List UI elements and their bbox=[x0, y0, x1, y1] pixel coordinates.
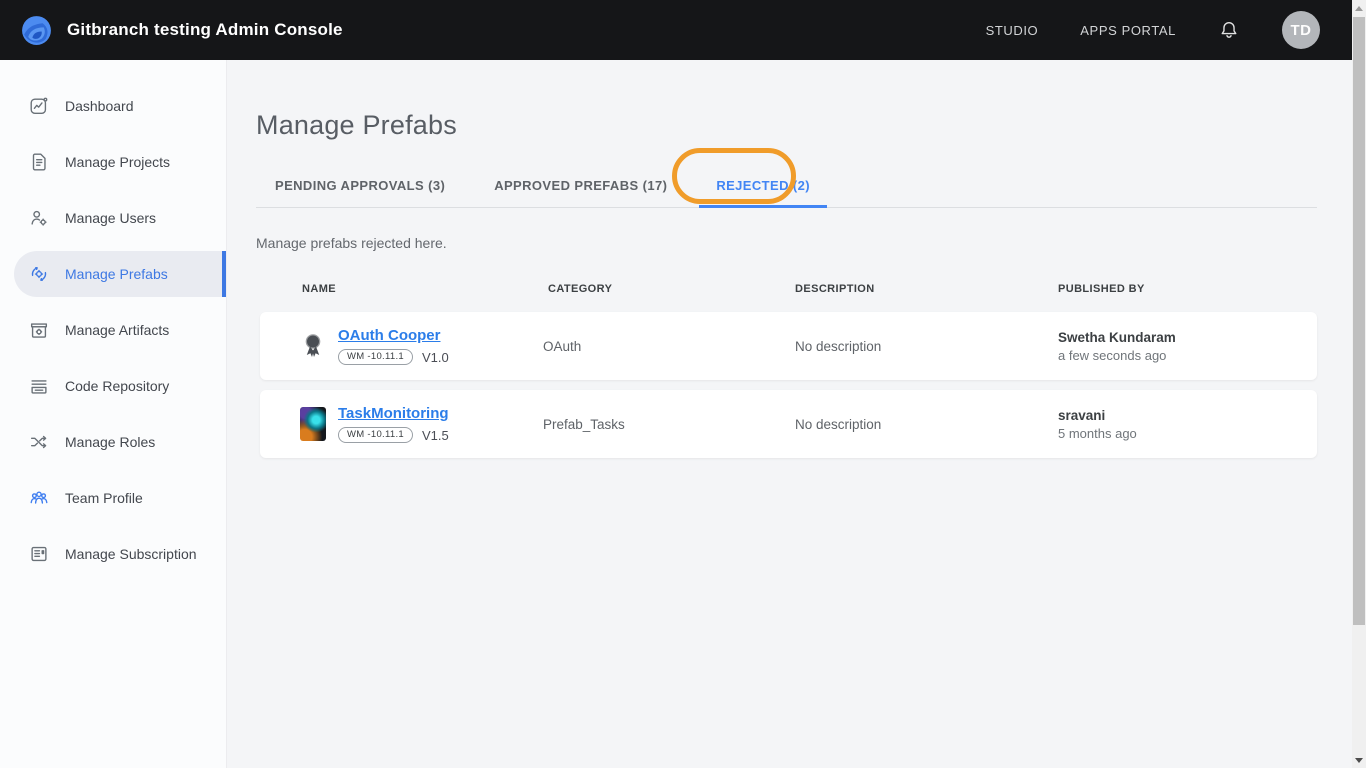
column-header-category: CATEGORY bbox=[543, 283, 795, 295]
description-cell: No description bbox=[795, 417, 1058, 432]
sidebar-item-team-profile[interactable]: Team Profile bbox=[0, 470, 226, 526]
name-cell: OAuth Cooper WM -10.11.1 V1.0 bbox=[260, 327, 543, 365]
published-time: 5 months ago bbox=[1058, 426, 1317, 441]
sidebar-item-manage-prefabs[interactable]: Manage Prefabs bbox=[0, 246, 226, 302]
apps-portal-link[interactable]: APPS PORTAL bbox=[1080, 23, 1176, 38]
meta-row: WM -10.11.1 V1.0 bbox=[338, 349, 449, 365]
tab-bar: PENDING APPROVALS (3) APPROVED PREFABS (… bbox=[256, 166, 1317, 208]
sidebar-item-manage-subscription[interactable]: Manage Subscription bbox=[0, 526, 226, 582]
category-cell: OAuth bbox=[543, 339, 795, 354]
name-stack: TaskMonitoring WM -10.11.1 V1.5 bbox=[338, 405, 449, 443]
category-cell: Prefab_Tasks bbox=[543, 417, 795, 432]
main-content: Manage Prefabs PENDING APPROVALS (3) APP… bbox=[226, 60, 1352, 768]
sidebar-item-manage-artifacts[interactable]: Manage Artifacts bbox=[0, 302, 226, 358]
prefab-link[interactable]: OAuth Cooper bbox=[338, 327, 449, 344]
table-header-row: NAME CATEGORY DESCRIPTION PUBLISHED BY bbox=[260, 283, 1317, 295]
sidebar-item-label: Manage Users bbox=[65, 210, 156, 226]
sidebar-item-label: Manage Projects bbox=[65, 154, 170, 170]
topbar-nav: STUDIO APPS PORTAL TD bbox=[986, 11, 1320, 49]
user-avatar[interactable]: TD bbox=[1282, 11, 1320, 49]
sidebar-item-label: Manage Artifacts bbox=[65, 322, 169, 338]
sidebar-item-manage-roles[interactable]: Manage Roles bbox=[0, 414, 226, 470]
active-item-bar bbox=[222, 251, 226, 297]
sidebar-item-dashboard[interactable]: Dashboard bbox=[0, 78, 226, 134]
notifications-bell-icon[interactable] bbox=[1218, 18, 1240, 42]
page-title: Manage Prefabs bbox=[256, 110, 1317, 141]
users-icon bbox=[28, 207, 50, 229]
published-by-cell: Swetha Kundaram a few seconds ago bbox=[1058, 330, 1317, 363]
published-time: a few seconds ago bbox=[1058, 348, 1317, 363]
name-stack: OAuth Cooper WM -10.11.1 V1.0 bbox=[338, 327, 449, 365]
scroll-down-arrow-icon[interactable] bbox=[1352, 752, 1366, 768]
projects-icon bbox=[28, 151, 50, 173]
topbar: Gitbranch testing Admin Console STUDIO A… bbox=[0, 0, 1366, 60]
publisher-name: Swetha Kundaram bbox=[1058, 330, 1317, 345]
scrollbar-thumb[interactable] bbox=[1353, 17, 1365, 625]
tab-description: Manage prefabs rejected here. bbox=[256, 235, 1317, 251]
tab-pending-approvals[interactable]: PENDING APPROVALS (3) bbox=[258, 166, 462, 207]
sidebar-item-label: Code Repository bbox=[65, 378, 169, 394]
tab-approved-prefabs[interactable]: APPROVED PREFABS (17) bbox=[477, 166, 684, 207]
prefab-thumbnail-image bbox=[300, 407, 326, 441]
repository-icon bbox=[28, 375, 50, 397]
sidebar-item-label: Manage Subscription bbox=[65, 546, 197, 562]
team-icon bbox=[28, 487, 50, 509]
sidebar-item-label: Manage Prefabs bbox=[65, 266, 168, 282]
artifacts-icon bbox=[28, 319, 50, 341]
sidebar-item-label: Manage Roles bbox=[65, 434, 155, 450]
tab-rejected[interactable]: REJECTED (2) bbox=[699, 166, 827, 207]
sidebar-item-code-repository[interactable]: Code Repository bbox=[0, 358, 226, 414]
column-header-published-by: PUBLISHED BY bbox=[1058, 283, 1317, 295]
sidebar-item-label: Team Profile bbox=[65, 490, 143, 506]
dashboard-icon bbox=[28, 95, 50, 117]
app-root: Gitbranch testing Admin Console STUDIO A… bbox=[0, 0, 1366, 768]
medal-icon bbox=[300, 332, 326, 360]
sidebar-item-manage-projects[interactable]: Manage Projects bbox=[0, 134, 226, 190]
table-row: TaskMonitoring WM -10.11.1 V1.5 Prefab_T… bbox=[260, 390, 1317, 458]
wm-version-badge: WM -10.11.1 bbox=[338, 427, 413, 443]
description-cell: No description bbox=[795, 339, 1058, 354]
studio-link[interactable]: STUDIO bbox=[986, 23, 1039, 38]
column-header-description: DESCRIPTION bbox=[795, 283, 1058, 295]
prefab-version: V1.0 bbox=[422, 350, 449, 365]
table-row: OAuth Cooper WM -10.11.1 V1.0 OAuth No d… bbox=[260, 312, 1317, 380]
wavemaker-logo bbox=[20, 14, 53, 47]
subscription-icon bbox=[28, 543, 50, 565]
sidebar: Dashboard Manage Projects Manage Users M… bbox=[0, 60, 226, 768]
prefabs-icon bbox=[28, 263, 50, 285]
name-cell: TaskMonitoring WM -10.11.1 V1.5 bbox=[260, 405, 543, 443]
sidebar-item-manage-users[interactable]: Manage Users bbox=[0, 190, 226, 246]
published-by-cell: sravani 5 months ago bbox=[1058, 408, 1317, 441]
prefabs-table: NAME CATEGORY DESCRIPTION PUBLISHED BY bbox=[260, 283, 1317, 458]
prefab-link[interactable]: TaskMonitoring bbox=[338, 405, 449, 422]
meta-row: WM -10.11.1 V1.5 bbox=[338, 427, 449, 443]
app-title: Gitbranch testing Admin Console bbox=[67, 20, 343, 40]
wm-version-badge: WM -10.11.1 bbox=[338, 349, 413, 365]
column-header-name: NAME bbox=[260, 283, 543, 295]
prefab-version: V1.5 bbox=[422, 428, 449, 443]
publisher-name: sravani bbox=[1058, 408, 1317, 423]
sidebar-item-label: Dashboard bbox=[65, 98, 134, 114]
vertical-scrollbar[interactable] bbox=[1352, 0, 1366, 768]
roles-icon bbox=[28, 431, 50, 453]
scroll-up-arrow-icon[interactable] bbox=[1352, 0, 1366, 16]
